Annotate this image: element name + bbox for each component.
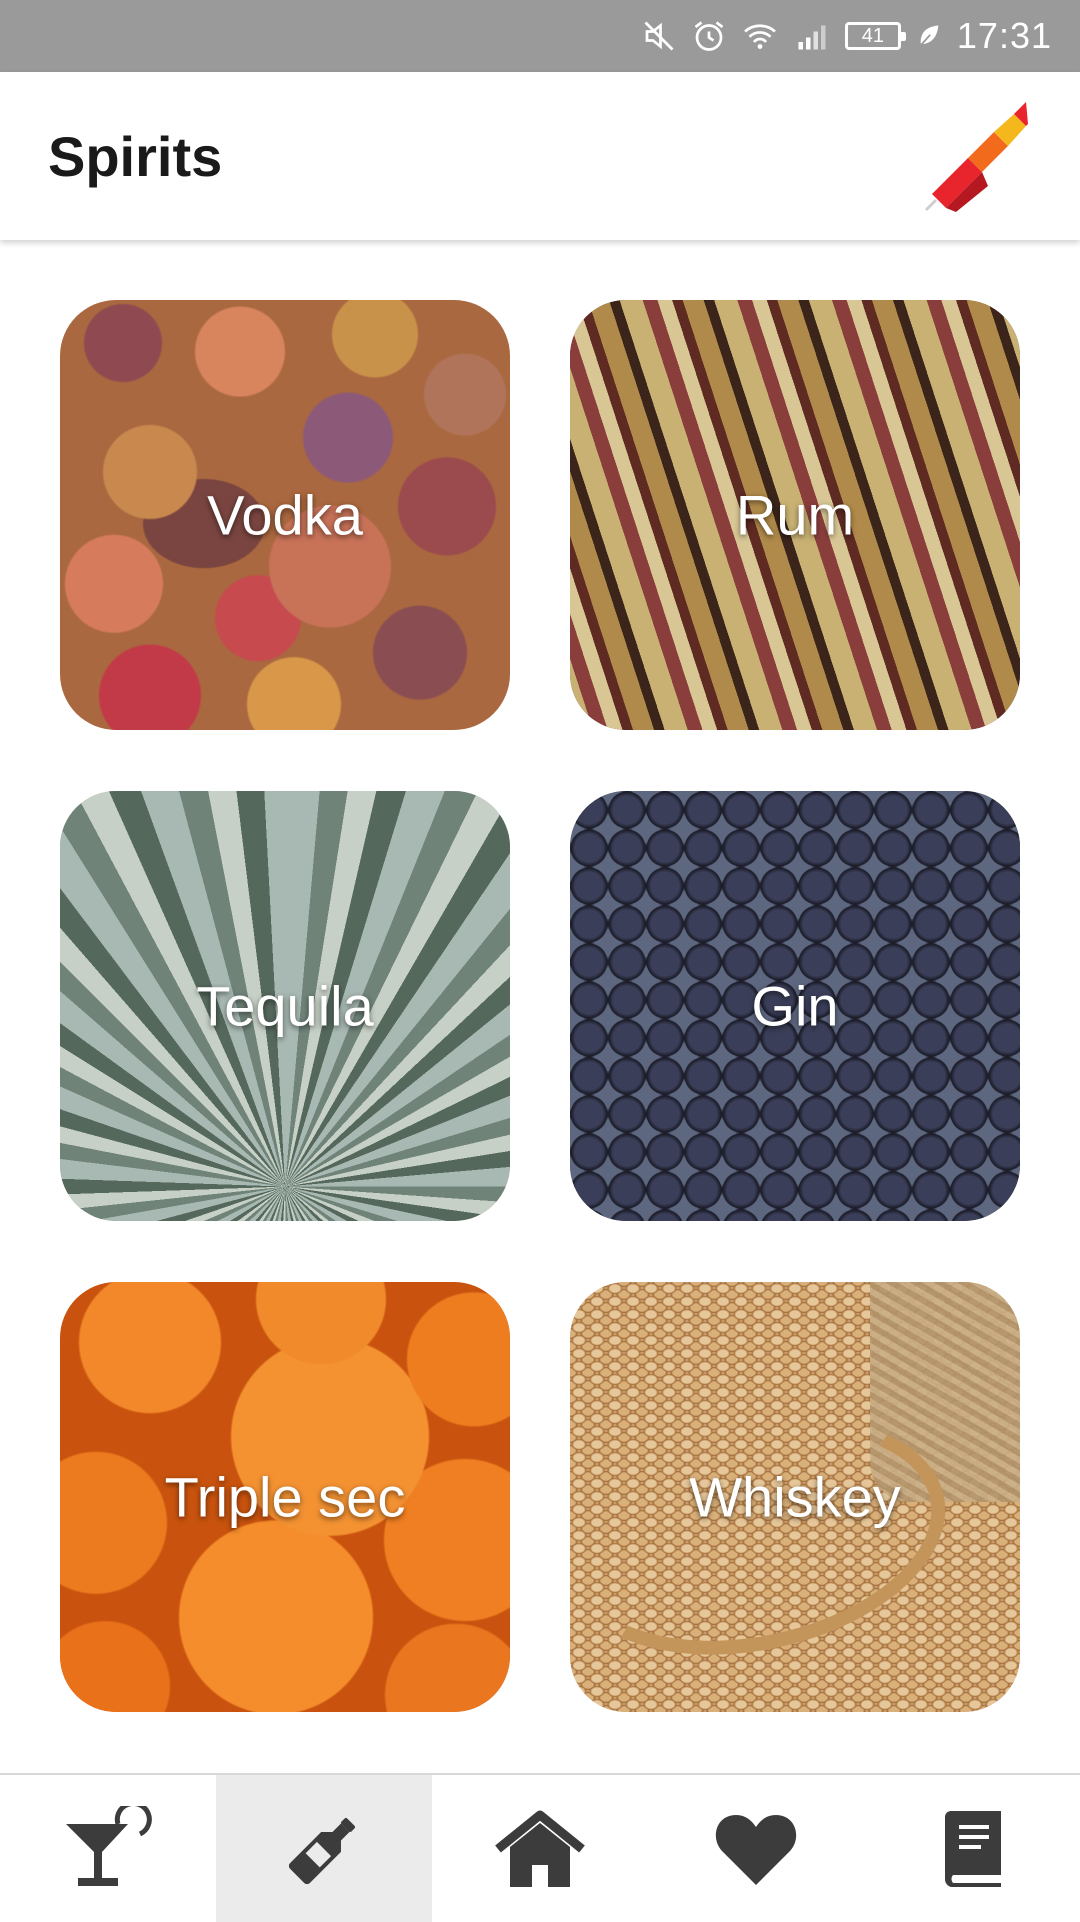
nav-home[interactable] xyxy=(432,1775,648,1922)
tile-gin[interactable]: Gin xyxy=(570,791,1020,1221)
wifi-icon xyxy=(744,24,776,49)
tile-label: Triple sec xyxy=(164,1465,406,1529)
app-logo-icon[interactable] xyxy=(922,102,1032,212)
battery-level: 41 xyxy=(861,24,885,47)
tile-label: Whiskey xyxy=(689,1465,901,1529)
status-clock: 17:31 xyxy=(956,15,1052,56)
tile-label: Rum xyxy=(735,483,855,547)
status-bar: 41 17:31 xyxy=(0,0,1080,72)
mute-icon xyxy=(644,21,674,51)
tile-tequila[interactable]: Tequila xyxy=(60,791,510,1221)
bottle-icon xyxy=(288,1817,355,1884)
page-title: Spirits xyxy=(48,125,223,188)
alarm-icon xyxy=(694,21,724,51)
signal-icon xyxy=(798,25,826,50)
app-bar: Spirits xyxy=(0,72,1080,240)
tile-label: Tequila xyxy=(196,974,374,1038)
tile-whiskey[interactable]: Whiskey xyxy=(570,1282,1020,1712)
heart-icon xyxy=(715,1814,797,1885)
tile-label: Gin xyxy=(751,974,839,1038)
tile-triple-sec[interactable]: Triple sec xyxy=(60,1282,510,1712)
spirits-grid: Vodka Rum Tequila Gin Triple sec Whiskey xyxy=(60,300,1020,1712)
nav-recipes[interactable] xyxy=(864,1775,1080,1922)
nav-favorites[interactable] xyxy=(648,1775,864,1922)
nav-cocktails[interactable] xyxy=(0,1775,216,1922)
cocktail-glass-icon xyxy=(66,1805,152,1886)
tile-label: Vodka xyxy=(207,483,363,547)
bottom-navigation xyxy=(0,1773,1080,1922)
tile-rum[interactable]: Rum xyxy=(570,300,1020,730)
home-icon xyxy=(495,1810,585,1887)
battery-icon: 41 xyxy=(844,22,906,50)
nav-spirits[interactable] xyxy=(216,1775,432,1922)
book-icon xyxy=(944,1810,1001,1887)
tile-vodka[interactable]: Vodka xyxy=(60,300,510,730)
leaf-icon xyxy=(918,25,939,48)
